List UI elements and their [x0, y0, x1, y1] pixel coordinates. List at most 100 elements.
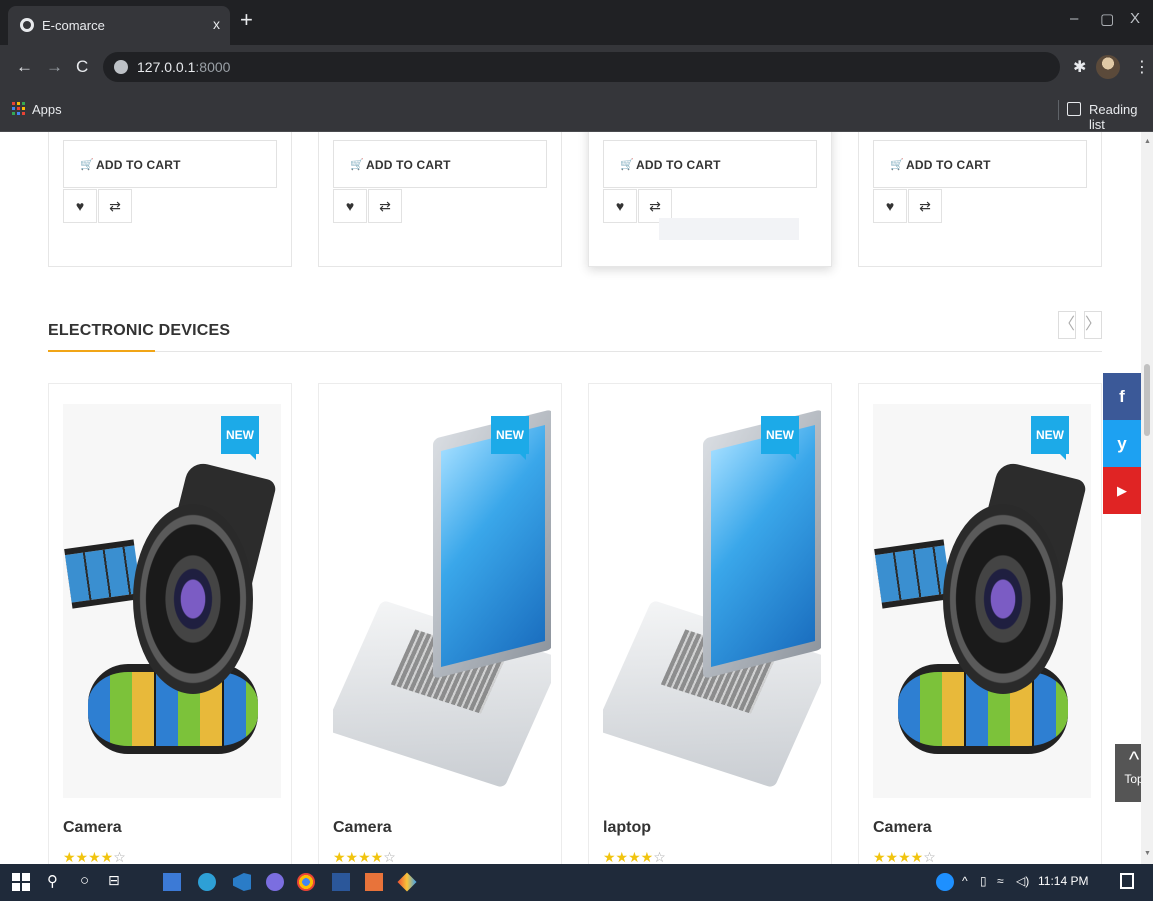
minimize-button[interactable]: –	[1070, 10, 1078, 27]
product-card: 🛒 ADD TO CART ♥ ⇄	[318, 132, 562, 267]
page-scrollbar[interactable]: ▲ ▼	[1141, 132, 1153, 864]
product-name[interactable]: Camera	[63, 819, 122, 837]
windows-start-icon[interactable]	[12, 873, 30, 891]
section-divider	[48, 351, 1102, 352]
rating-stars: ★★★★☆	[603, 849, 666, 864]
rating-stars: ★★★★☆	[873, 849, 936, 864]
reading-list-icon[interactable]	[1067, 102, 1081, 116]
carousel-next-button[interactable]: 〉	[1084, 311, 1102, 339]
scrollbar-thumb[interactable]	[1144, 364, 1150, 436]
wifi-icon[interactable]: ≈	[997, 874, 1004, 888]
new-badge: NEW	[221, 416, 259, 460]
windows-taskbar: ⚲ ○ ⊟ ^ ▯ ≈ ◁) 11:14 PM	[0, 864, 1153, 901]
cart-icon: 🛒	[890, 159, 904, 171]
word-icon[interactable]	[332, 873, 350, 891]
product-image-laptop[interactable]	[333, 404, 551, 798]
carousel-prev-button[interactable]: 〈	[1058, 311, 1076, 339]
compare-button[interactable]: ⇄	[908, 189, 942, 223]
apps-bookmark[interactable]: Apps	[32, 102, 62, 117]
git-icon[interactable]	[397, 872, 417, 892]
xampp-icon[interactable]	[365, 873, 383, 891]
rating-stars: ★★★★☆	[333, 849, 396, 864]
twitter-icon[interactable]: y	[1103, 420, 1141, 467]
product-name[interactable]: laptop	[603, 819, 651, 837]
tab-title: E-comarce	[42, 18, 105, 33]
product-image-camera[interactable]	[873, 404, 1091, 798]
profile-avatar[interactable]	[1096, 55, 1120, 79]
search-icon[interactable]: ⚲	[47, 872, 58, 890]
product-image-laptop[interactable]	[603, 404, 821, 798]
section-accent-underline	[48, 350, 155, 352]
address-bar[interactable]: 127.0.0.1:8000	[103, 52, 1060, 82]
add-to-cart-button[interactable]: 🛒 ADD TO CART	[873, 140, 1087, 188]
browser-tab[interactable]: E-comarce x	[8, 6, 230, 45]
file-explorer-icon[interactable]	[163, 873, 181, 891]
bookmarks-bar: Apps Reading list	[0, 90, 1153, 132]
cart-icon: 🛒	[350, 159, 364, 171]
tab-close-button[interactable]: x	[213, 16, 220, 32]
youtube-icon[interactable]: ▶	[1103, 467, 1141, 514]
cart-icon: 🛒	[620, 159, 634, 171]
battery-icon[interactable]: ▯	[980, 874, 987, 888]
product-image-camera[interactable]	[63, 404, 281, 798]
menu-kebab-icon[interactable]: ⋮	[1134, 57, 1150, 77]
product-card: 🛒 ADD TO CART ♥ ⇄	[588, 132, 832, 267]
notifications-icon[interactable]	[1120, 873, 1134, 889]
product-card[interactable]: NEW Camera ★★★★☆	[858, 383, 1102, 864]
apps-grid-icon[interactable]	[12, 102, 25, 115]
compare-button[interactable]: ⇄	[368, 189, 402, 223]
product-name[interactable]: Camera	[333, 819, 392, 837]
page-viewport: 🛒 ADD TO CART ♥ ⇄ 🛒 ADD TO CART ♥ ⇄ 🛒 AD…	[0, 132, 1153, 864]
rating-stars: ★★★★☆	[63, 849, 126, 864]
help-icon[interactable]	[936, 873, 954, 891]
new-badge: NEW	[761, 416, 799, 460]
chrome-icon[interactable]	[297, 873, 315, 891]
add-to-cart-button[interactable]: 🛒 ADD TO CART	[63, 140, 277, 188]
forward-arrow-icon[interactable]: →	[46, 57, 63, 77]
section-title: ELECTRONIC DEVICES	[48, 322, 231, 339]
camera-lens-illustration	[133, 504, 253, 694]
wishlist-heart-button[interactable]: ♥	[63, 189, 97, 223]
new-badge: NEW	[491, 416, 529, 460]
product-card[interactable]: NEW Camera ★★★★☆	[48, 383, 292, 864]
divider	[1058, 100, 1059, 120]
site-info-icon[interactable]	[114, 60, 128, 74]
new-badge: NEW	[1031, 416, 1069, 460]
add-to-cart-button[interactable]: 🛒 ADD TO CART	[603, 140, 817, 188]
extensions-puzzle-icon[interactable]: ✱	[1073, 57, 1086, 77]
product-card: 🛒 ADD TO CART ♥ ⇄	[48, 132, 292, 267]
volume-icon[interactable]: ◁)	[1016, 874, 1029, 888]
hover-tooltip	[659, 218, 799, 240]
new-tab-button[interactable]: +	[240, 9, 253, 31]
chevron-up-icon[interactable]: ^	[962, 874, 968, 888]
product-name[interactable]: Camera	[873, 819, 932, 837]
clock-time[interactable]: 11:14 PM	[1038, 874, 1088, 888]
globe-icon	[20, 18, 34, 32]
reading-list-button[interactable]: Reading list	[1089, 102, 1153, 132]
add-to-cart-button[interactable]: 🛒 ADD TO CART	[333, 140, 547, 188]
cart-icon: 🛒	[80, 159, 94, 171]
compare-button[interactable]: ⇄	[98, 189, 132, 223]
product-card[interactable]: NEW Camera ★★★★☆	[318, 383, 562, 864]
product-card[interactable]: NEW laptop ★★★★☆	[588, 383, 832, 864]
reload-icon[interactable]: C	[76, 57, 88, 77]
vscode-icon[interactable]	[233, 873, 251, 891]
camera-lens-illustration	[943, 504, 1063, 694]
task-view-icon[interactable]: ⊟	[108, 872, 120, 889]
url-text: 127.0.0.1:8000	[137, 59, 231, 75]
wishlist-heart-button[interactable]: ♥	[603, 189, 637, 223]
facebook-icon[interactable]: f	[1103, 373, 1141, 420]
browser-toolbar: ← → C 127.0.0.1:8000 ✱ ⋮	[0, 45, 1153, 90]
browser-tab-strip: E-comarce x + – ▢ X	[0, 0, 1153, 45]
product-card: 🛒 ADD TO CART ♥ ⇄	[858, 132, 1102, 267]
wishlist-heart-button[interactable]: ♥	[333, 189, 367, 223]
back-arrow-icon[interactable]: ←	[16, 57, 33, 77]
close-window-button[interactable]: X	[1130, 10, 1140, 27]
app-icon[interactable]	[266, 873, 284, 891]
scroll-up-arrow-icon[interactable]: ▲	[1144, 138, 1151, 145]
edge-icon[interactable]	[198, 873, 216, 891]
cortana-icon[interactable]: ○	[80, 872, 89, 889]
wishlist-heart-button[interactable]: ♥	[873, 189, 907, 223]
scroll-down-arrow-icon[interactable]: ▼	[1144, 850, 1151, 857]
restore-button[interactable]: ▢	[1100, 10, 1114, 28]
